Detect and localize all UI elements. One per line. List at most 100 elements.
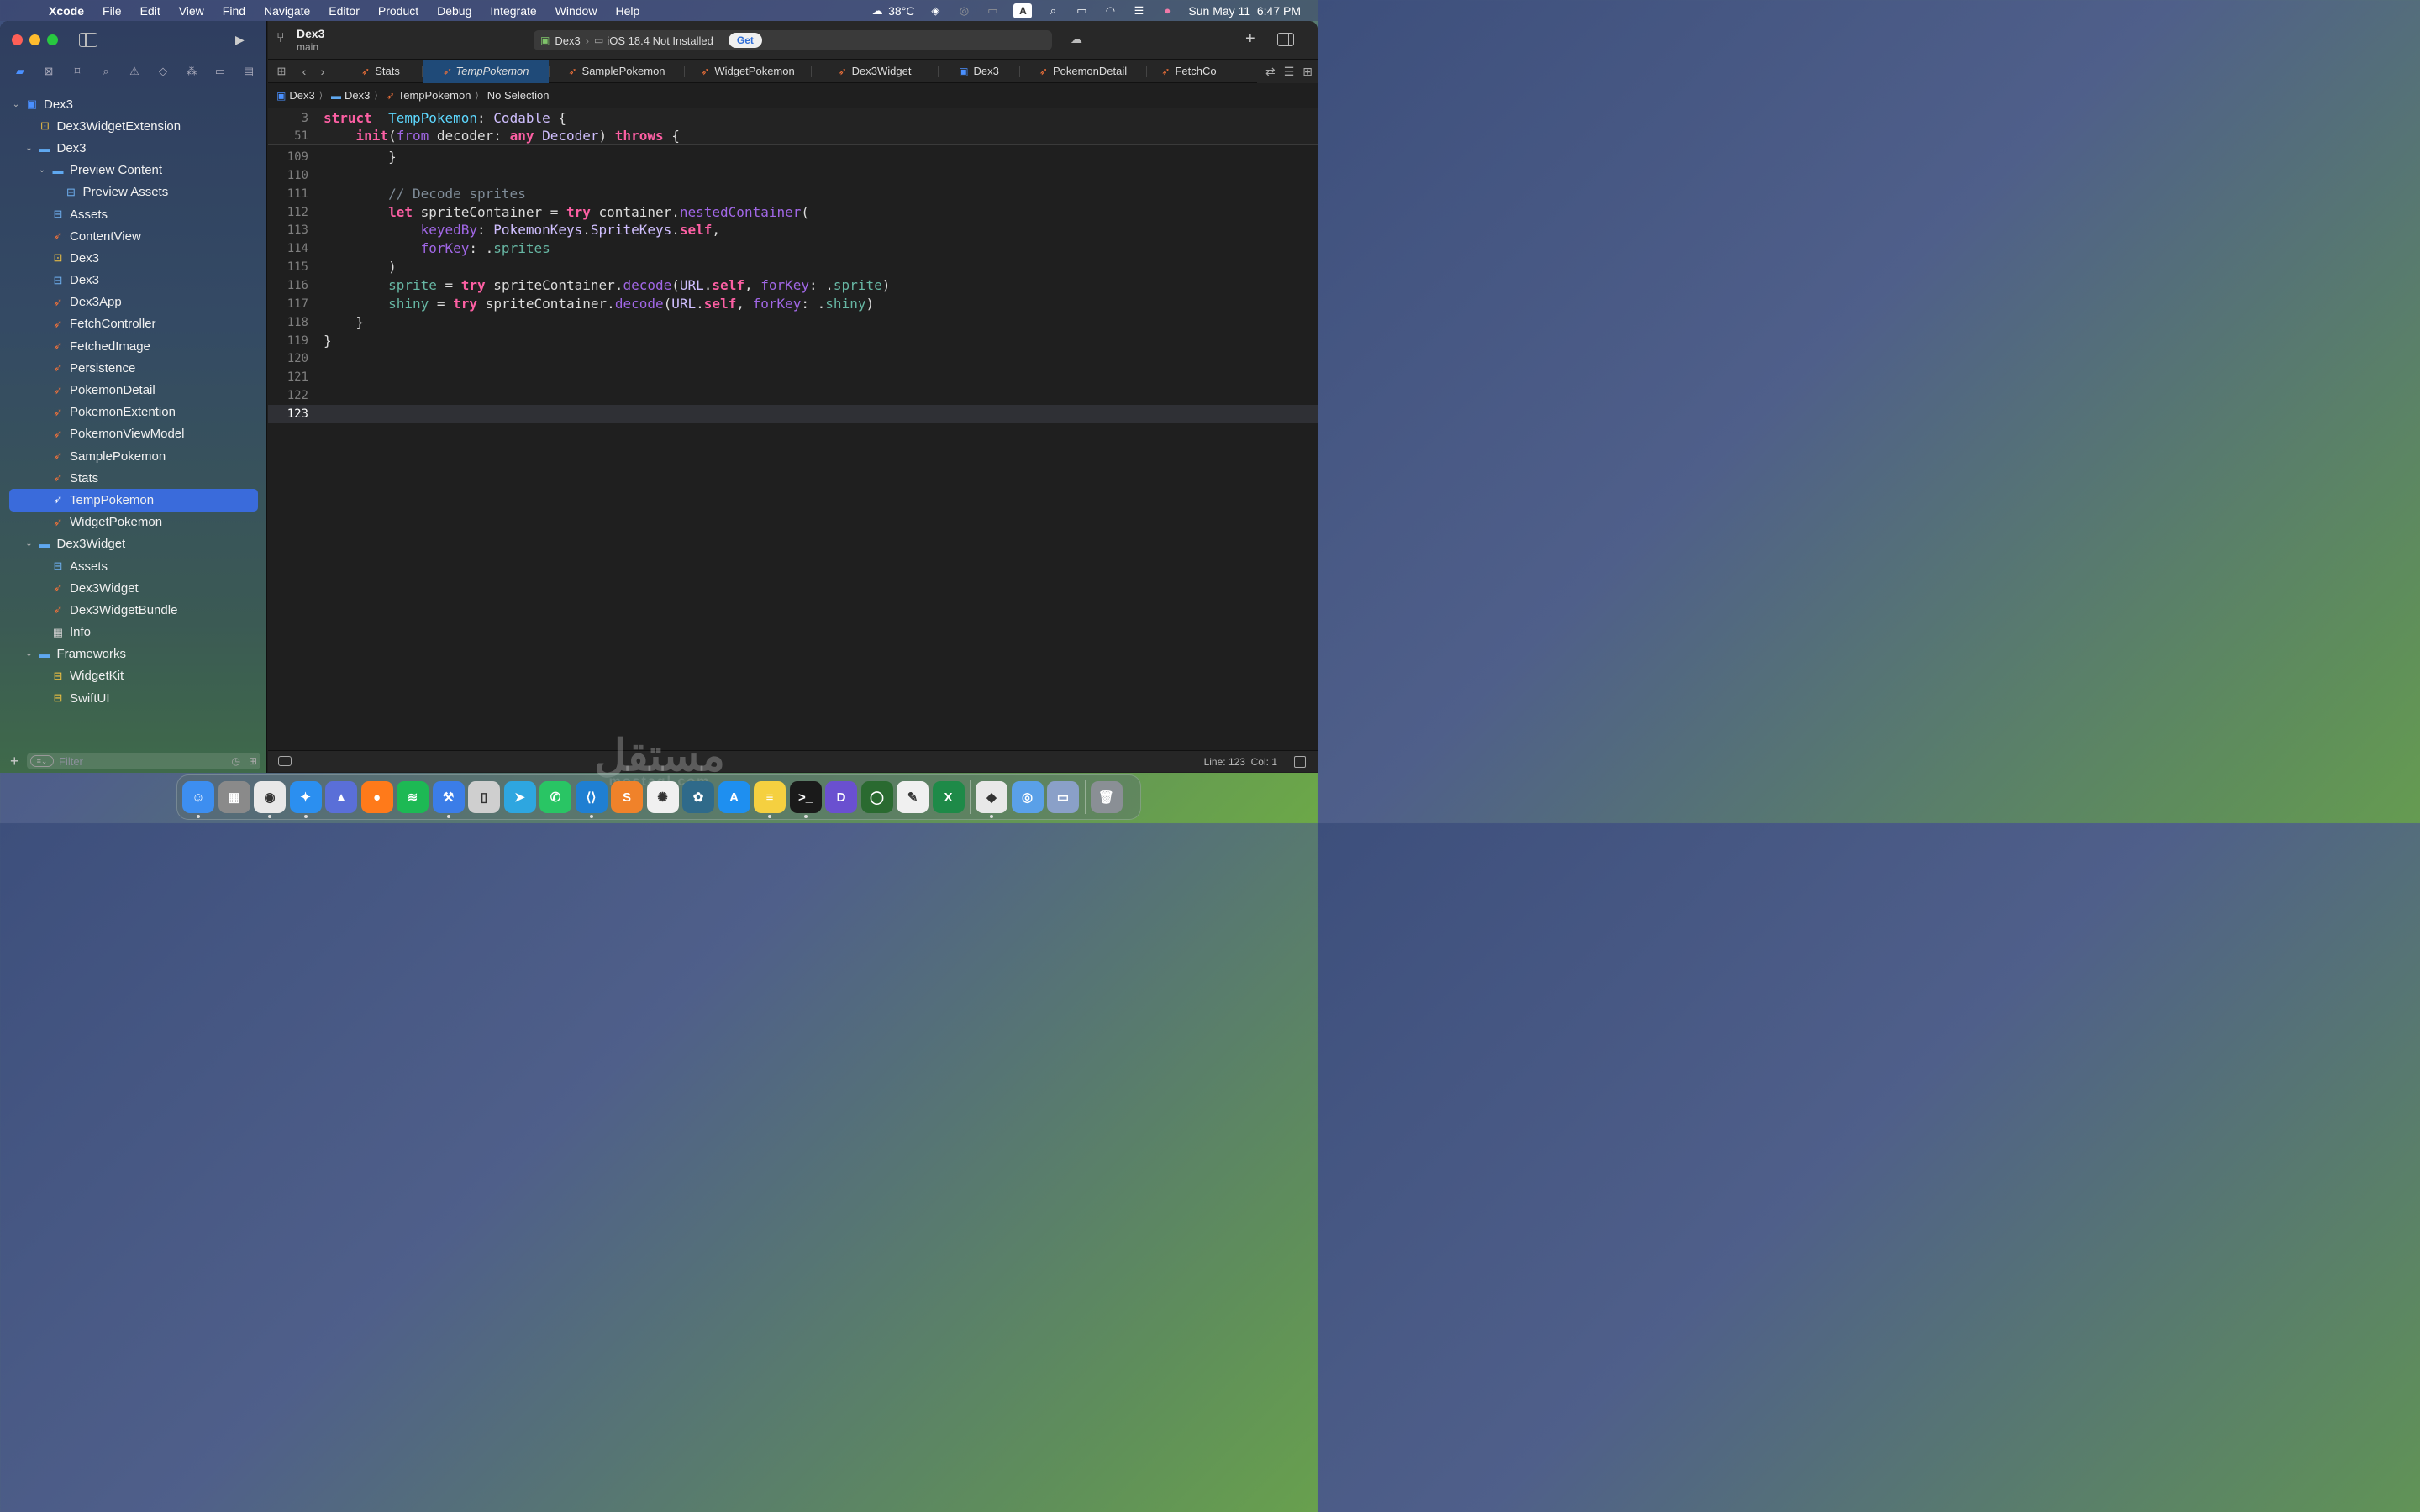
dock-xcode-icon[interactable]: ⚒ <box>432 781 465 818</box>
get-platform-button[interactable]: Get <box>728 33 762 48</box>
menu-view[interactable]: View <box>179 4 204 18</box>
dock-cube-app-icon[interactable]: ◆ <box>976 781 1007 818</box>
tree-row-info[interactable]: ▦ Info <box>0 622 267 643</box>
issue-warning-icon[interactable]: ⚠ <box>124 63 145 80</box>
siri-icon[interactable]: ● <box>1160 4 1175 18</box>
split-editor-icon[interactable]: ⊞ <box>1302 65 1313 79</box>
dock-textedit-icon[interactable]: ✎ <box>897 781 929 813</box>
zoom-window-button[interactable] <box>47 34 58 45</box>
tree-row-dex3app[interactable]: ➶ Dex3App <box>0 291 267 313</box>
dock-terminal-icon[interactable]: >_ <box>789 781 822 818</box>
menu-debug[interactable]: Debug <box>437 4 471 18</box>
add-file-plus-icon[interactable]: + <box>10 753 24 770</box>
tree-row-fetchedimage[interactable]: ➶ FetchedImage <box>0 335 267 357</box>
library-plus-icon[interactable]: + <box>1245 29 1255 49</box>
minimap-toggle-icon[interactable] <box>1294 756 1306 768</box>
branch-name[interactable]: main <box>297 41 318 53</box>
tree-row-dex3[interactable]: ⌄ ▣ Dex3 <box>0 93 267 115</box>
dock-appstore-icon[interactable]: A <box>718 781 750 813</box>
editor-options-lines-icon[interactable]: ☰ <box>1284 65 1295 79</box>
dock-sublime-icon[interactable]: S <box>611 781 643 813</box>
source-editor[interactable]: 109 } 110 111 // Decode sprites 112 let spr… <box>268 145 1318 747</box>
find-navigator-search-icon[interactable]: ⌕ <box>96 63 116 80</box>
source-control-icon[interactable]: ⊠ <box>39 63 59 80</box>
dock-ring-app-icon[interactable]: ◯ <box>860 781 893 813</box>
jump-bar-item[interactable]: No Selection <box>487 89 550 102</box>
tab-widgetpokemon[interactable]: ➶ WidgetPokemon <box>685 60 811 83</box>
code-line[interactable]: 120 <box>268 349 1318 368</box>
battery-icon[interactable]: ▭ <box>1074 4 1089 18</box>
dock-devapp-icon[interactable]: ✿ <box>682 781 714 813</box>
menu-app-name[interactable]: Xcode <box>49 4 84 18</box>
branch-icon[interactable]: ⑂ <box>276 31 285 46</box>
jump-bar-item[interactable]: ➶ TempPokemon ⟩ <box>387 89 479 102</box>
spotlight-search-icon[interactable]: ⌕ <box>1045 4 1060 18</box>
tree-row-dex3widget[interactable]: ⌄ ▬ Dex3Widget <box>0 533 267 555</box>
weather-cloud-icon[interactable]: ☁ <box>870 4 885 18</box>
dock-spotify-icon[interactable]: ≋ <box>397 781 429 813</box>
code-line[interactable]: 117 shiny = try spriteContainer.decode(U… <box>268 295 1318 313</box>
debug-spray-icon[interactable]: ⁂ <box>182 63 202 80</box>
layers-icon[interactable]: ◈ <box>928 4 943 18</box>
code-line[interactable]: 114 forKey: .sprites <box>268 239 1318 258</box>
stage-manager-icon[interactable]: ▭ <box>985 4 1000 18</box>
tab-dex3widget[interactable]: ➶ Dex3Widget <box>812 60 938 83</box>
code-line[interactable]: 51 init(from decoder: any Decoder) throw… <box>268 127 1318 145</box>
tree-row-stats[interactable]: ➶ Stats <box>0 467 267 489</box>
dock-affinity-icon[interactable]: ▲ <box>325 781 357 813</box>
input-source-icon[interactable]: A <box>1013 3 1033 18</box>
code-line[interactable]: 112 let spriteContainer = try container.… <box>268 203 1318 222</box>
tree-row-frameworks[interactable]: ⌄ ▬ Frameworks <box>0 643 267 665</box>
dock-d-app-icon[interactable]: D <box>825 781 857 813</box>
forward-chevron-icon[interactable]: › <box>313 65 332 78</box>
dock-safari-icon[interactable]: ✦ <box>289 781 322 818</box>
menu-editor[interactable]: Editor <box>329 4 360 18</box>
clock[interactable]: Sun May 11 6:47 PM <box>1188 4 1301 18</box>
code-line[interactable]: 109 } <box>268 148 1318 166</box>
project-navigator-folder-icon[interactable]: ▰ <box>10 63 30 80</box>
disclosure-chevron-icon[interactable]: ⌄ <box>11 100 21 109</box>
tree-row-temppokemon[interactable]: ➶ TempPokemon <box>9 489 258 512</box>
tree-row-assets[interactable]: ⊟ Assets <box>0 203 267 225</box>
dock-trash-icon[interactable]: 🗑 <box>1090 781 1123 813</box>
test-diamond-icon[interactable]: ◇ <box>153 63 173 80</box>
debug-area-toggle-icon[interactable] <box>278 756 292 766</box>
related-items-grid-icon[interactable]: ⊞ <box>268 65 295 78</box>
tree-row-assets[interactable]: ⊟ Assets <box>0 555 267 577</box>
disclosure-chevron-icon[interactable]: ⌄ <box>24 649 34 659</box>
filter-options-icon[interactable]: ≡⌄ <box>30 755 54 767</box>
tab-temppokemon[interactable]: ➶ TempPokemon <box>423 59 549 83</box>
tab-fetchco[interactable]: ➶ FetchCo <box>1147 60 1231 83</box>
dock-finder-icon[interactable]: ☺ <box>182 781 214 818</box>
run-play-icon[interactable]: ▶ <box>235 33 250 48</box>
minimize-window-button[interactable] <box>29 34 40 45</box>
disclosure-chevron-icon[interactable]: ⌄ <box>24 144 34 153</box>
dock-excel-icon[interactable]: X <box>932 781 965 813</box>
bookmark-icon[interactable]: ⌑ <box>67 63 87 80</box>
recent-files-clock-icon[interactable]: ◷ <box>232 755 240 767</box>
weather-temperature[interactable]: 38°C <box>888 4 914 18</box>
code-line[interactable]: 123 <box>268 404 1318 423</box>
disclosure-chevron-icon[interactable]: ⌄ <box>24 539 34 549</box>
menu-navigate[interactable]: Navigate <box>264 4 310 18</box>
dock-preview-icon[interactable]: ◎ <box>1011 781 1044 813</box>
code-line[interactable]: 3 struct TempPokemon: Codable { <box>268 109 1318 128</box>
dock-notes-icon[interactable]: ≡ <box>754 781 786 818</box>
tree-row-dex3widget[interactable]: ➶ Dex3Widget <box>0 577 267 599</box>
dock-whatsapp-icon[interactable]: ✆ <box>539 781 571 813</box>
code-line[interactable]: 122 <box>268 386 1318 405</box>
tree-row-dex3[interactable]: ⊡ Dex3 <box>0 247 267 269</box>
code-line[interactable]: 110 <box>268 166 1318 185</box>
code-line[interactable]: 113 keyedBy: PokemonKeys.SpriteKeys.self… <box>268 221 1318 239</box>
tree-row-fetchcontroller[interactable]: ➶ FetchController <box>0 313 267 335</box>
code-line[interactable]: 121 <box>268 368 1318 386</box>
code-line[interactable]: 118 } <box>268 313 1318 332</box>
dock-telegram-icon[interactable]: ➤ <box>503 781 536 813</box>
cloud-status-icon[interactable]: ☁ <box>1071 32 1082 46</box>
tab-stats[interactable]: ➶ Stats <box>339 60 422 83</box>
tree-row-samplepokemon[interactable]: ➶ SamplePokemon <box>0 445 267 467</box>
jump-bar-item[interactable]: ▬ Dex3 ⟩ <box>331 89 378 102</box>
tree-row-preview-content[interactable]: ⌄ ▬ Preview Content <box>0 160 267 181</box>
menu-file[interactable]: File <box>103 4 122 18</box>
dock-launchpad-icon[interactable]: ▦ <box>218 781 250 813</box>
